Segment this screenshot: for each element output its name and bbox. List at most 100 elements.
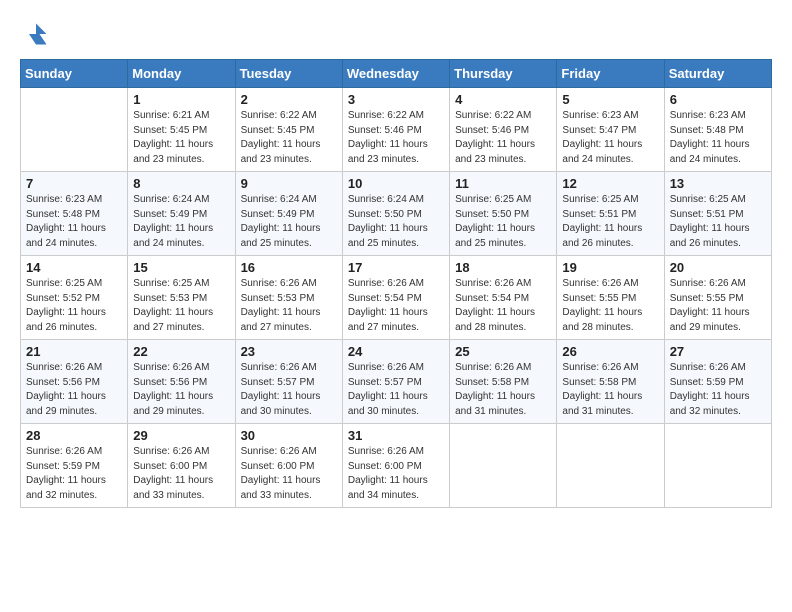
calendar-cell: 4 Sunrise: 6:22 AMSunset: 5:46 PMDaylight… [450, 88, 557, 172]
calendar-cell: 17 Sunrise: 6:26 AMSunset: 5:54 PMDayligh… [342, 256, 449, 340]
day-info: Sunrise: 6:26 AMSunset: 6:00 PMDaylight:… [241, 445, 337, 503]
calendar-header-friday: Friday [557, 60, 664, 88]
day-info: Sunrise: 6:21 AMSunset: 5:45 PMDaylight:… [133, 109, 229, 167]
day-info: Sunrise: 6:26 AMSunset: 5:59 PMDaylight:… [26, 445, 122, 503]
logo [20, 20, 50, 53]
calendar-week-5: 28 Sunrise: 6:26 AMSunset: 5:59 PMDayligh… [21, 424, 772, 508]
calendar-week-4: 21Sunrise: 6:26 AMSunset: 5:56 PMDayligh… [21, 340, 772, 424]
calendar-cell: 11 Sunrise: 6:25 AMSunset: 5:50 PMDayligh… [450, 172, 557, 256]
calendar-cell: 25Sunrise: 6:26 AMSunset: 5:58 PMDayligh… [450, 340, 557, 424]
day-number: 11 [455, 176, 551, 191]
day-info: Sunrise: 6:25 AMSunset: 5:51 PMDaylight:… [670, 193, 766, 251]
calendar-cell: 30 Sunrise: 6:26 AMSunset: 6:00 PMDayligh… [235, 424, 342, 508]
day-info: Sunrise: 6:26 AMSunset: 6:00 PMDaylight:… [348, 445, 444, 503]
calendar-cell: 29 Sunrise: 6:26 AMSunset: 6:00 PMDayligh… [128, 424, 235, 508]
day-info: Sunrise: 6:26 AMSunset: 5:58 PMDaylight:… [562, 361, 658, 419]
day-number: 25 [455, 344, 551, 359]
logo-icon [22, 20, 50, 48]
calendar-cell: 10 Sunrise: 6:24 AMSunset: 5:50 PMDayligh… [342, 172, 449, 256]
day-info: Sunrise: 6:26 AMSunset: 5:56 PMDaylight:… [133, 361, 229, 419]
calendar-header-wednesday: Wednesday [342, 60, 449, 88]
calendar-cell: 18Sunrise: 6:26 AMSunset: 5:54 PMDayligh… [450, 256, 557, 340]
calendar-header-saturday: Saturday [664, 60, 771, 88]
calendar-cell [664, 424, 771, 508]
calendar-cell: 31 Sunrise: 6:26 AMSunset: 6:00 PMDayligh… [342, 424, 449, 508]
calendar-header-sunday: Sunday [21, 60, 128, 88]
day-info: Sunrise: 6:24 AMSunset: 5:49 PMDaylight:… [241, 193, 337, 251]
day-number: 5 [562, 92, 658, 107]
day-number: 10 [348, 176, 444, 191]
day-info: Sunrise: 6:24 AMSunset: 5:50 PMDaylight:… [348, 193, 444, 251]
day-number: 28 [26, 428, 122, 443]
day-number: 26 [562, 344, 658, 359]
calendar-cell: 13 Sunrise: 6:25 AMSunset: 5:51 PMDayligh… [664, 172, 771, 256]
day-number: 30 [241, 428, 337, 443]
day-info: Sunrise: 6:26 AMSunset: 5:54 PMDaylight:… [348, 277, 444, 335]
calendar-cell: 28 Sunrise: 6:26 AMSunset: 5:59 PMDayligh… [21, 424, 128, 508]
calendar-cell: 8Sunrise: 6:24 AMSunset: 5:49 PMDaylight… [128, 172, 235, 256]
day-info: Sunrise: 6:25 AMSunset: 5:50 PMDaylight:… [455, 193, 551, 251]
page-header [20, 16, 772, 53]
calendar-cell [450, 424, 557, 508]
calendar-cell [21, 88, 128, 172]
calendar-cell: 3Sunrise: 6:22 AMSunset: 5:46 PMDaylight… [342, 88, 449, 172]
calendar-cell: 12Sunrise: 6:25 AMSunset: 5:51 PMDayligh… [557, 172, 664, 256]
calendar-cell: 14 Sunrise: 6:25 AMSunset: 5:52 PMDayligh… [21, 256, 128, 340]
day-number: 16 [241, 260, 337, 275]
calendar-body: 1 Sunrise: 6:21 AMSunset: 5:45 PMDaylight… [21, 88, 772, 508]
day-info: Sunrise: 6:26 AMSunset: 5:59 PMDaylight:… [670, 361, 766, 419]
calendar-cell [557, 424, 664, 508]
day-info: Sunrise: 6:26 AMSunset: 5:55 PMDaylight:… [670, 277, 766, 335]
calendar-week-1: 1 Sunrise: 6:21 AMSunset: 5:45 PMDaylight… [21, 88, 772, 172]
day-info: Sunrise: 6:26 AMSunset: 5:55 PMDaylight:… [562, 277, 658, 335]
calendar-cell: 23 Sunrise: 6:26 AMSunset: 5:57 PMDayligh… [235, 340, 342, 424]
day-number: 23 [241, 344, 337, 359]
calendar-cell: 7 Sunrise: 6:23 AMSunset: 5:48 PMDaylight… [21, 172, 128, 256]
calendar-cell: 16 Sunrise: 6:26 AMSunset: 5:53 PMDayligh… [235, 256, 342, 340]
day-number: 29 [133, 428, 229, 443]
calendar-header-monday: Monday [128, 60, 235, 88]
calendar-cell: 27Sunrise: 6:26 AMSunset: 5:59 PMDayligh… [664, 340, 771, 424]
day-info: Sunrise: 6:25 AMSunset: 5:51 PMDaylight:… [562, 193, 658, 251]
day-info: Sunrise: 6:24 AMSunset: 5:49 PMDaylight:… [133, 193, 229, 251]
calendar-cell: 1 Sunrise: 6:21 AMSunset: 5:45 PMDaylight… [128, 88, 235, 172]
calendar-cell: 21Sunrise: 6:26 AMSunset: 5:56 PMDayligh… [21, 340, 128, 424]
day-number: 20 [670, 260, 766, 275]
day-info: Sunrise: 6:22 AMSunset: 5:46 PMDaylight:… [348, 109, 444, 167]
day-number: 13 [670, 176, 766, 191]
day-info: Sunrise: 6:25 AMSunset: 5:53 PMDaylight:… [133, 277, 229, 335]
calendar-header-tuesday: Tuesday [235, 60, 342, 88]
day-number: 6 [670, 92, 766, 107]
calendar-cell: 22 Sunrise: 6:26 AMSunset: 5:56 PMDayligh… [128, 340, 235, 424]
day-number: 9 [241, 176, 337, 191]
day-number: 17 [348, 260, 444, 275]
calendar-cell: 15Sunrise: 6:25 AMSunset: 5:53 PMDayligh… [128, 256, 235, 340]
day-info: Sunrise: 6:26 AMSunset: 5:57 PMDaylight:… [348, 361, 444, 419]
day-info: Sunrise: 6:26 AMSunset: 5:56 PMDaylight:… [26, 361, 122, 419]
day-number: 22 [133, 344, 229, 359]
day-info: Sunrise: 6:26 AMSunset: 5:54 PMDaylight:… [455, 277, 551, 335]
day-info: Sunrise: 6:23 AMSunset: 5:48 PMDaylight:… [26, 193, 122, 251]
day-number: 1 [133, 92, 229, 107]
calendar-cell: 9 Sunrise: 6:24 AMSunset: 5:49 PMDaylight… [235, 172, 342, 256]
day-info: Sunrise: 6:26 AMSunset: 5:57 PMDaylight:… [241, 361, 337, 419]
day-number: 7 [26, 176, 122, 191]
calendar-header-row: SundayMondayTuesdayWednesdayThursdayFrid… [21, 60, 772, 88]
calendar-week-2: 7 Sunrise: 6:23 AMSunset: 5:48 PMDaylight… [21, 172, 772, 256]
day-info: Sunrise: 6:25 AMSunset: 5:52 PMDaylight:… [26, 277, 122, 335]
day-info: Sunrise: 6:26 AMSunset: 5:53 PMDaylight:… [241, 277, 337, 335]
calendar-cell: 26 Sunrise: 6:26 AMSunset: 5:58 PMDayligh… [557, 340, 664, 424]
calendar-cell: 19 Sunrise: 6:26 AMSunset: 5:55 PMDayligh… [557, 256, 664, 340]
day-number: 14 [26, 260, 122, 275]
calendar-cell: 5Sunrise: 6:23 AMSunset: 5:47 PMDaylight… [557, 88, 664, 172]
day-info: Sunrise: 6:22 AMSunset: 5:46 PMDaylight:… [455, 109, 551, 167]
day-number: 31 [348, 428, 444, 443]
day-number: 2 [241, 92, 337, 107]
day-number: 24 [348, 344, 444, 359]
calendar-header-thursday: Thursday [450, 60, 557, 88]
day-number: 4 [455, 92, 551, 107]
calendar-cell: 20 Sunrise: 6:26 AMSunset: 5:55 PMDayligh… [664, 256, 771, 340]
day-number: 19 [562, 260, 658, 275]
day-info: Sunrise: 6:26 AMSunset: 6:00 PMDaylight:… [133, 445, 229, 503]
calendar-table: SundayMondayTuesdayWednesdayThursdayFrid… [20, 59, 772, 508]
